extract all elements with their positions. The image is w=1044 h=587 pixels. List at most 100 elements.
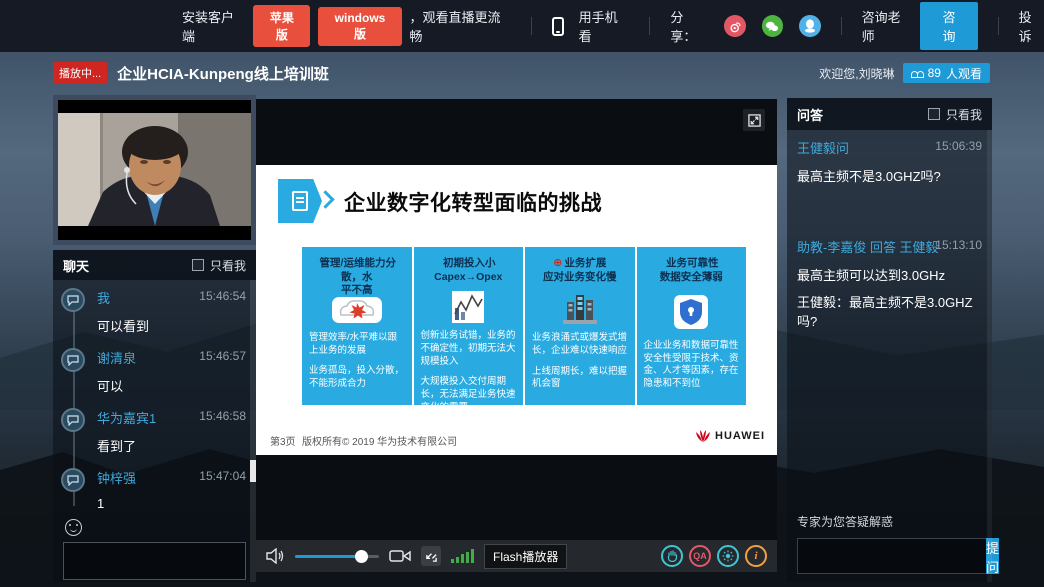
qa-timestamp: 15:06:39 [935,139,982,153]
card-icon [309,292,405,326]
top-bar: 安装客户端 苹果版 windows版 ，观看直播更流畅 用手机看 分享： 咨询老… [0,0,1044,52]
divider [649,17,650,35]
complaint-link[interactable]: 投诉 [1019,7,1044,45]
windows-version-button[interactable]: windows版 [318,7,401,46]
chat-header: 聊天 只看我 [53,250,256,280]
presenter-webcam-video[interactable] [53,95,256,245]
qa-only-me-label: 只看我 [946,106,982,123]
challenge-cards: 管理/运维能力分散，水 平不高 管理效率/水平难以跟上业务的发展业务孤岛，投入分… [302,247,746,405]
chat-sender-name[interactable]: 华为嘉宾1 [97,411,156,426]
qa-header: 问答 只看我 [787,98,992,130]
qa-message-header[interactable]: 助教-李嘉俊 回答 王健毅 [797,240,939,255]
chat-panel: 聊天 只看我 我 15:46:54 可以看到 [53,250,256,582]
chat-sender-name[interactable]: 谢清泉 [97,351,136,366]
info-button[interactable]: i [745,545,767,567]
divider [841,17,842,35]
chat-message-text: 看到了 [97,436,246,455]
welcome-user-label: 欢迎您,刘晓琳 [819,65,894,82]
title-row: 播放中... 企业HCIA-Kunpeng线上培训班 欢迎您,刘晓琳 89 人观… [0,56,1044,90]
chat-only-me-label: 只看我 [210,257,246,274]
apple-version-button[interactable]: 苹果版 [253,5,310,47]
player-control-bar: Flash播放器 QA i [256,540,777,572]
chat-message: 华为嘉宾1 15:46:58 看到了 [53,408,256,455]
chat-input[interactable] [63,542,246,580]
live-classroom-page: 安装客户端 苹果版 windows版 ，观看直播更流畅 用手机看 分享： 咨询老… [0,0,1044,587]
qa-panel: 问答 只看我 王健毅问 15:06:39 最高主频不是3.0GHZ吗? 助教-李… [787,98,992,582]
flash-player-toggle[interactable]: Flash播放器 [484,544,567,569]
card-title: ⊕业务扩展 应对业务变化慢 [532,256,628,286]
webcam-frame [58,100,251,240]
slide-page-number: 第3页 [270,433,296,448]
qa-footer: 专家为您答疑解惑 提问 [787,513,992,574]
qa-button[interactable]: QA [689,545,711,567]
chat-message-text: 1 [97,496,246,510]
install-suffix-label: ，观看直播更流畅 [410,7,511,45]
swap-screen-icon[interactable] [421,546,441,566]
qa-message-list: 王健毅问 15:06:39 最高主频不是3.0GHZ吗? 助教-李嘉俊 回答 王… [787,130,992,500]
chat-message-list: 我 15:46:54 可以看到 谢清泉 15:46:57 可以 [53,280,256,510]
chat-message: 谢清泉 15:46:57 可以 [53,348,256,395]
challenge-card: 初期投入小 Capex→Opex 创新业务试错，业务的不确定性，初期无法大规模投… [414,247,524,405]
consult-button[interactable]: 咨询 [920,2,977,50]
share-label: 分享： [670,7,708,45]
chat-timestamp: 15:46:54 [199,289,246,303]
chat-sender-name[interactable]: 我 [97,291,110,306]
chat-message: 我 15:46:54 可以看到 [53,288,256,335]
qa-only-me-checkbox[interactable] [928,108,940,120]
qa-message: 助教-李嘉俊 回答 王健毅 15:13:10 最高主频可以达到3.0GHz王健毅… [797,237,982,330]
playing-status-badge: 播放中... [53,62,107,84]
qq-share-icon[interactable] [799,15,820,37]
slide-footer: 第3页 版权所有© 2019 华为技术有限公司 HUAWEI [256,431,777,449]
watch-on-mobile-link[interactable]: 用手机看 [579,7,630,45]
chat-sender-name[interactable]: 钟梓强 [97,471,136,486]
qa-message: 王健毅问 15:06:39 最高主频不是3.0GHZ吗? [797,138,982,185]
qa-message-header[interactable]: 王健毅问 [797,141,849,156]
challenge-card: ⊕业务扩展 应对业务变化慢 业务浪涌式或爆发式增长，企业难以快速响应上线周期长，… [525,247,635,405]
viewers-badge: 89 人观看 [903,63,990,83]
qa-title: 问答 [797,105,823,124]
card-title: 管理/运维能力分散，水 平不高 [309,256,405,288]
qa-message-lines: 最高主频不是3.0GHZ吗? [797,166,982,185]
consult-teacher-label: 咨询老师 [862,7,913,45]
card-icon [532,290,628,326]
wechat-share-icon[interactable] [762,15,783,37]
volume-fill [295,555,361,558]
challenge-card: 管理/运维能力分散，水 平不高 管理效率/水平难以跟上业务的发展业务孤岛，投入分… [302,247,412,405]
card-texts: 管理效率/水平难以跟上业务的发展业务孤岛，投入分散，不能形成合力 [309,332,405,399]
card-texts: 创新业务试错，业务的不确定性，初期无法大规模投入大规模投入交付周期长，无法满足业… [421,330,517,423]
fullscreen-icon[interactable] [743,109,765,131]
question-input[interactable] [797,538,986,574]
chat-avatar-bubble-icon [61,408,85,432]
huawei-logo-text: HUAWEI [715,430,765,442]
chat-avatar-bubble-icon [61,348,85,372]
huawei-flower-icon [695,429,711,443]
huawei-logo: HUAWEI [695,429,765,443]
card-icon [421,290,517,324]
player-action-buttons: QA i [661,545,767,567]
volume-icon[interactable] [266,548,285,564]
chat-footer [53,518,256,582]
signal-strength-icon [451,549,474,563]
presentation-player: 企业数字化转型面临的挑战 管理/运维能力分散，水 平不高 管理效率/水平难以跟上… [256,99,777,540]
slide: 企业数字化转型面临的挑战 管理/运维能力分散，水 平不高 管理效率/水平难以跟上… [256,165,777,455]
volume-knob[interactable] [355,550,368,563]
volume-slider[interactable] [295,555,379,558]
qa-message-lines: 最高主频可以达到3.0GHz王健毅：最高主频不是3.0GHZ吗? [797,265,982,330]
card-texts: 业务浪涌式或爆发式增长，企业难以快速响应上线周期长，难以把握机会窗 [532,332,628,399]
target-icon: ⊕ [553,257,562,269]
chat-timestamp: 15:47:04 [199,469,246,483]
camera-icon[interactable] [389,549,411,563]
qa-timestamp: 15:13:10 [935,238,982,252]
chat-avatar-bubble-icon [61,288,85,312]
raise-hand-button[interactable] [661,545,683,567]
chat-message: 钟梓强 15:47:04 1 [53,468,256,510]
settings-button[interactable] [717,545,739,567]
card-title: 初期投入小 Capex→Opex [421,256,517,286]
slide-title: 企业数字化转型面临的挑战 [344,187,602,217]
emoji-picker-icon[interactable] [65,519,82,536]
chat-avatar-bubble-icon [61,468,85,492]
page-title: 企业HCIA-Kunpeng线上培训班 [117,63,329,84]
challenge-card: 业务可靠性 数据安全薄弱 企业业务和数据可靠性安全性受限于技术、资金、人才等因素… [637,247,747,405]
chat-only-me-checkbox[interactable] [192,259,204,271]
weibo-share-icon[interactable] [724,15,745,37]
